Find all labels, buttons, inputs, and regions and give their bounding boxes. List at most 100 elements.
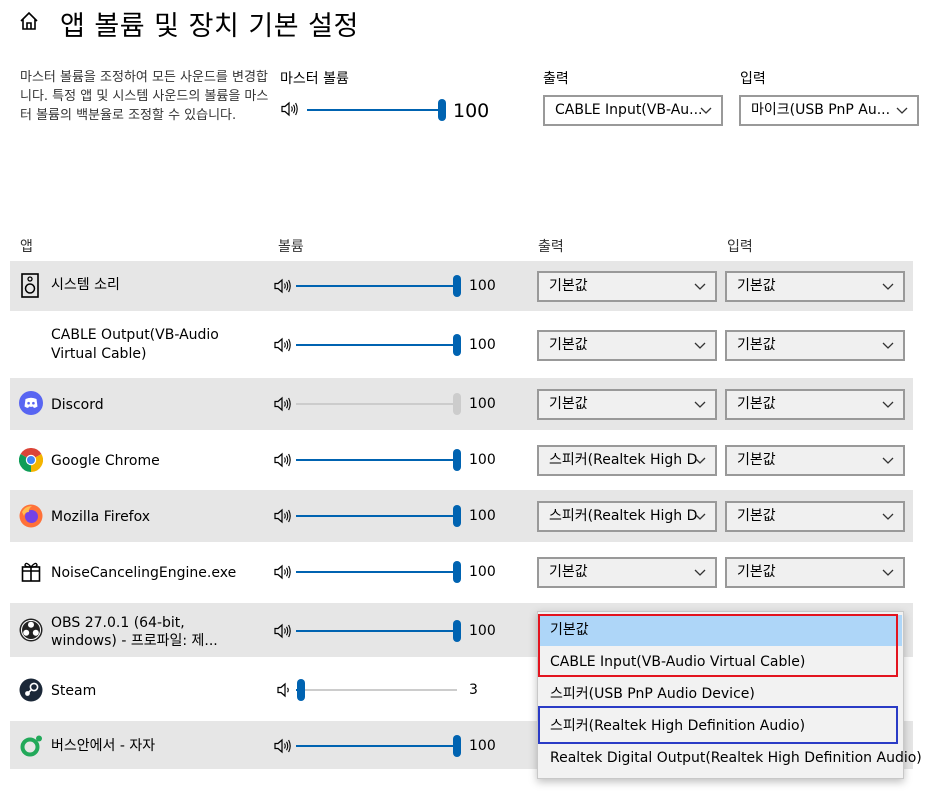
steam-icon	[19, 678, 43, 702]
volume-track-fill	[296, 459, 457, 461]
firefox-icon	[19, 504, 43, 528]
speaker-icon[interactable]	[274, 738, 292, 754]
app-output-dropdown[interactable]: 스피커(Realtek High D	[537, 445, 717, 476]
app-volume-value: 100	[469, 396, 496, 412]
app-input-dropdown[interactable]: 기본값	[725, 557, 905, 588]
app-name: OBS 27.0.1 (64-bit,	[51, 615, 185, 631]
blue-annotation-box	[538, 706, 898, 744]
volume-track-fill	[296, 630, 457, 632]
app-name: Discord	[51, 397, 104, 413]
volume-thumb[interactable]	[453, 561, 461, 583]
app-volume-value: 100	[469, 508, 496, 524]
app-volume-value: 100	[469, 278, 496, 294]
speaker-icon[interactable]	[274, 337, 292, 353]
app-input-dropdown[interactable]: 기본값	[725, 389, 905, 420]
volume-thumb[interactable]	[453, 275, 461, 297]
discord-icon	[19, 391, 43, 415]
app-input-value: 기본값	[737, 337, 776, 353]
app-input-value: 기본값	[737, 564, 776, 580]
chevron-down-icon	[882, 513, 894, 520]
chevron-down-icon	[882, 569, 894, 576]
app-volume-value: 3	[469, 682, 478, 698]
speaker-box-icon	[21, 273, 39, 298]
app-name-line2: windows) - 프로파일: 제...	[51, 633, 218, 649]
speaker-icon[interactable]	[274, 623, 292, 639]
app-output-value: 기본값	[549, 278, 588, 294]
app-output-value: 기본값	[549, 564, 588, 580]
speaker-icon[interactable]	[274, 396, 292, 412]
master-volume-label: 마스터 볼륨	[280, 71, 349, 87]
chevron-down-icon	[694, 513, 706, 520]
chevron-down-icon	[694, 457, 706, 464]
chevron-down-icon	[700, 107, 712, 114]
master-volume-thumb[interactable]	[438, 99, 446, 121]
app-input-value: 기본값	[737, 508, 776, 524]
volume-thumb[interactable]	[453, 449, 461, 471]
app-volume-value: 100	[469, 623, 496, 639]
volume-thumb[interactable]	[453, 393, 461, 415]
column-header-output: 출력	[538, 239, 564, 255]
app-input-value: 기본값	[737, 396, 776, 412]
page-description: 마스터 볼륨을 조정하여 모든 사운드를 변경합니다. 특정 앱 및 시스템 사…	[20, 70, 269, 123]
app-volume-value: 100	[469, 452, 496, 468]
chevron-down-icon	[694, 401, 706, 408]
volume-track-fill	[296, 344, 457, 346]
speaker-icon[interactable]	[281, 101, 299, 117]
chevron-down-icon	[882, 401, 894, 408]
speaker-icon[interactable]	[274, 508, 292, 524]
master-input-dropdown[interactable]: 마이크(USB PnP Au...	[739, 95, 919, 126]
app-output-dropdown[interactable]: 기본값	[537, 557, 717, 588]
volume-thumb[interactable]	[453, 620, 461, 642]
app-input-dropdown[interactable]: 기본값	[725, 271, 905, 302]
master-input-value: 마이크(USB PnP Au...	[751, 102, 891, 118]
column-header-app: 앱	[20, 239, 33, 255]
app-output-value: 스피커(Realtek High D	[549, 508, 698, 524]
app-name-line2: Virtual Cable)	[51, 346, 147, 362]
master-output-label: 출력	[543, 71, 569, 87]
volume-thumb[interactable]	[453, 735, 461, 757]
chevron-down-icon	[694, 342, 706, 349]
volume-thumb[interactable]	[297, 679, 305, 701]
app-output-dropdown[interactable]: 기본값	[537, 271, 717, 302]
app-name: Google Chrome	[51, 453, 160, 469]
app-name: Mozilla Firefox	[51, 509, 151, 525]
speaker-icon[interactable]	[274, 452, 292, 468]
app-output-value: 스피커(Realtek High D	[549, 452, 698, 468]
volume-track-fill	[296, 571, 457, 573]
volume-thumb[interactable]	[453, 505, 461, 527]
speaker-icon[interactable]	[274, 278, 292, 294]
speaker-icon[interactable]	[274, 564, 292, 580]
app-output-dropdown[interactable]: 기본값	[537, 389, 717, 420]
menu-item-realtek-digital[interactable]: Realtek Digital Output(Realtek High Defi…	[539, 743, 922, 774]
volume-thumb[interactable]	[453, 334, 461, 356]
app-name: Steam	[51, 683, 97, 699]
app-output-dropdown[interactable]: 기본값	[537, 330, 717, 361]
chevron-down-icon	[882, 342, 894, 349]
app-input-value: 기본값	[737, 278, 776, 294]
volume-track[interactable]	[296, 689, 457, 691]
home-icon[interactable]	[18, 10, 40, 32]
master-volume-track[interactable]	[307, 109, 442, 111]
app-name: NoiseCancelingEngine.exe	[51, 565, 237, 581]
app-name: CABLE Output(VB-Audio	[51, 327, 219, 343]
red-annotation-box	[538, 614, 898, 677]
app-name: 시스템 소리	[51, 277, 120, 293]
obs-icon	[19, 618, 43, 642]
app-input-dropdown[interactable]: 기본값	[725, 330, 905, 361]
app-output-dropdown[interactable]: 스피커(Realtek High D	[537, 501, 717, 532]
master-output-value: CABLE Input(VB-Au...	[555, 102, 703, 118]
app-output-value: 기본값	[549, 396, 588, 412]
app-input-dropdown[interactable]: 기본값	[725, 501, 905, 532]
app-volume-value: 100	[469, 564, 496, 580]
chevron-down-icon	[882, 457, 894, 464]
chevron-down-icon	[694, 569, 706, 576]
master-input-label: 입력	[740, 71, 766, 87]
chevron-down-icon	[882, 283, 894, 290]
chevron-down-icon	[896, 107, 908, 114]
app-volume-value: 100	[469, 337, 496, 353]
speaker-icon[interactable]	[274, 682, 292, 698]
app-input-dropdown[interactable]: 기본값	[725, 445, 905, 476]
master-output-dropdown[interactable]: CABLE Input(VB-Au...	[543, 95, 723, 126]
volume-track-fill	[296, 403, 457, 405]
app-name: 버스안에서 - 자자	[51, 738, 156, 754]
